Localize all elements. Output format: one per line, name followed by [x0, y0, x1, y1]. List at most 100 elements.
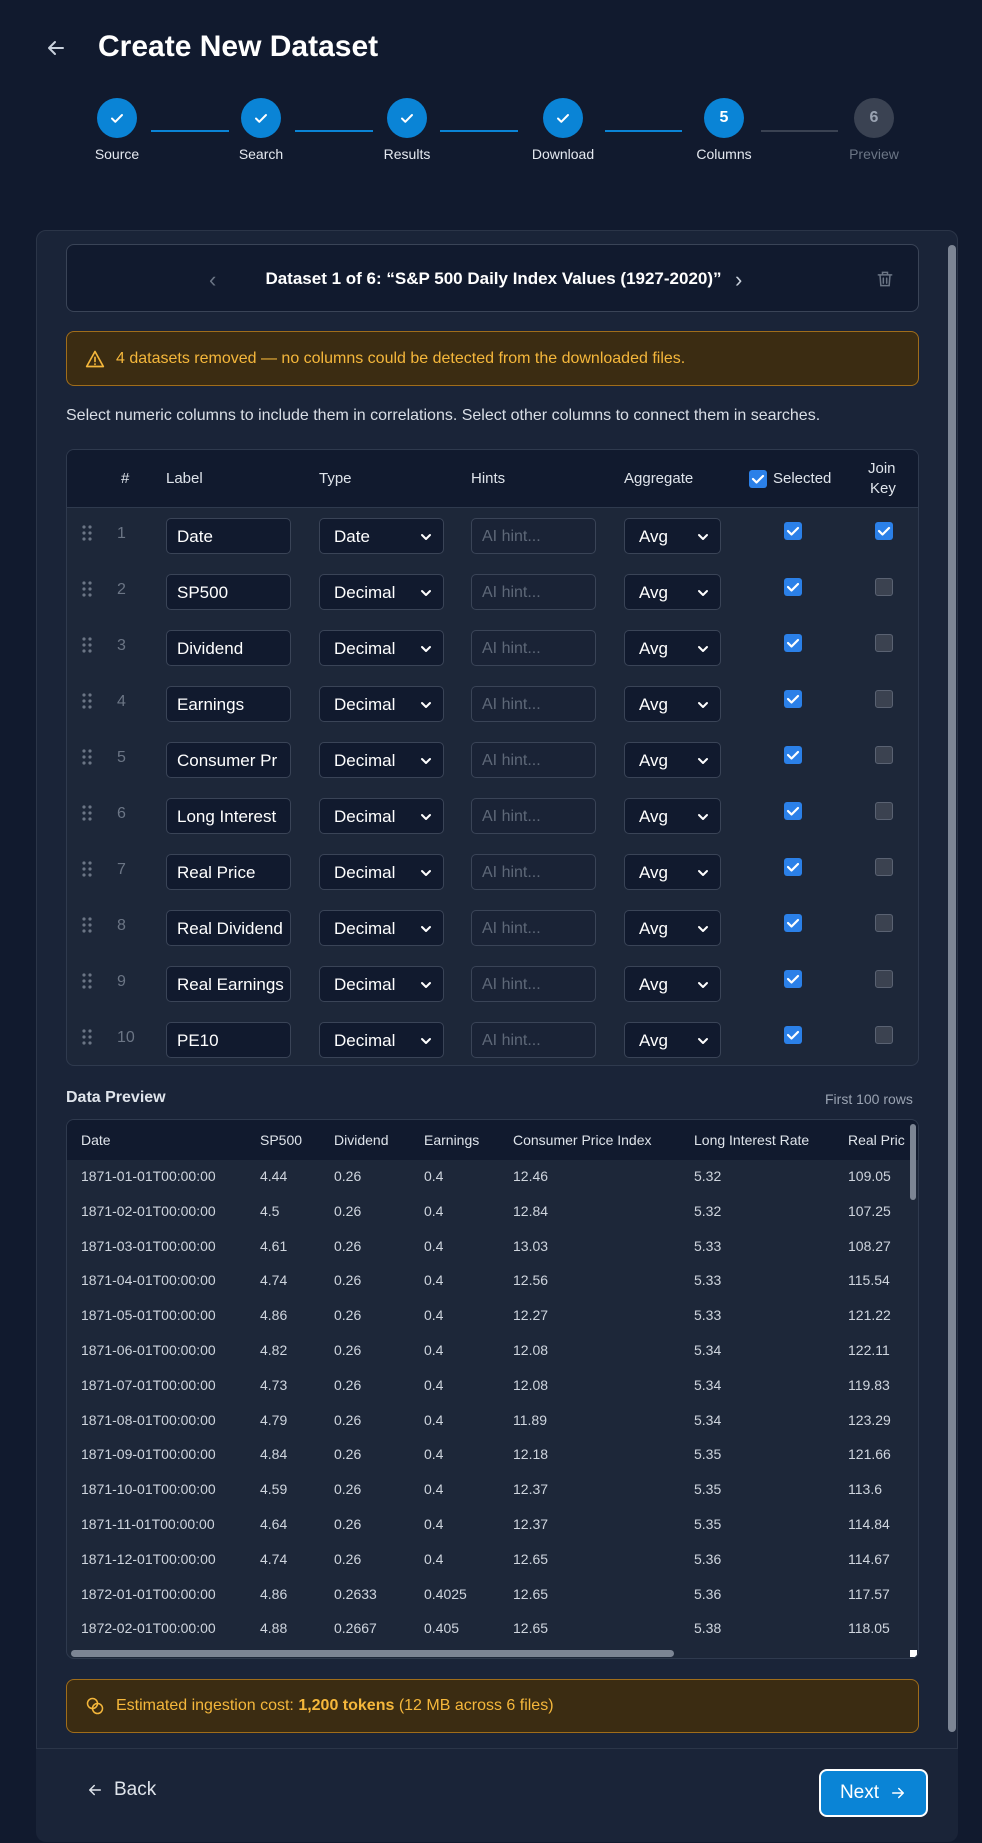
column-label-input[interactable]: Real Earnings	[166, 966, 291, 1002]
drag-handle-icon[interactable]	[81, 860, 93, 878]
type-select[interactable]: Decimal	[319, 630, 444, 666]
step-search[interactable]: Search	[201, 98, 321, 162]
drag-handle-icon[interactable]	[81, 692, 93, 710]
selected-checkbox[interactable]	[784, 914, 802, 932]
type-select[interactable]: Decimal	[319, 854, 444, 890]
preview-cell: 0.4	[424, 1516, 444, 1532]
ai-hint-input[interactable]: AI hint...	[471, 910, 596, 946]
column-label-input[interactable]: Consumer Pr	[166, 742, 291, 778]
column-label-input[interactable]: Real Price	[166, 854, 291, 890]
ai-hint-input[interactable]: AI hint...	[471, 854, 596, 890]
drag-handle-icon[interactable]	[81, 748, 93, 766]
drag-handle-icon[interactable]	[81, 580, 93, 598]
drag-handle-icon[interactable]	[81, 916, 93, 934]
selected-checkbox[interactable]	[784, 522, 802, 540]
join-key-checkbox[interactable]	[875, 970, 893, 988]
ai-hint-input[interactable]: AI hint...	[471, 742, 596, 778]
aggregate-select[interactable]: Avg	[624, 574, 721, 610]
selected-checkbox[interactable]	[784, 690, 802, 708]
drag-handle-icon[interactable]	[81, 972, 93, 990]
join-key-checkbox[interactable]	[875, 522, 893, 540]
ai-hint-input[interactable]: AI hint...	[471, 686, 596, 722]
column-label-input[interactable]: Earnings	[166, 686, 291, 722]
preview-cell: 119.83	[848, 1376, 890, 1393]
column-label-input[interactable]: Real Dividend	[166, 910, 291, 946]
drag-handle-icon[interactable]	[81, 1028, 93, 1046]
type-select[interactable]: Decimal	[319, 966, 444, 1002]
back-button[interactable]: Back	[86, 1779, 156, 1801]
join-key-checkbox[interactable]	[875, 746, 893, 764]
step-results[interactable]: Results	[347, 98, 467, 162]
preview-vertical-scrollbar[interactable]	[910, 1124, 916, 1200]
type-select[interactable]: Decimal	[319, 1022, 444, 1058]
column-label-input[interactable]: SP500	[166, 574, 291, 610]
data-preview-table[interactable]: Date SP500 Dividend Earnings Consumer Price …	[66, 1119, 919, 1659]
scroll-corner	[910, 1650, 917, 1657]
selected-checkbox[interactable]	[784, 746, 802, 764]
chevron-down-icon	[698, 590, 708, 596]
preview-cell: 5.36	[694, 1550, 722, 1567]
header-type: Type	[319, 470, 352, 487]
chevron-right-icon[interactable]: ›	[735, 267, 742, 293]
join-key-checkbox[interactable]	[875, 802, 893, 820]
step-download[interactable]: Download	[503, 98, 623, 162]
selected-checkbox[interactable]	[784, 634, 802, 652]
join-key-checkbox[interactable]	[875, 578, 893, 596]
aggregate-select[interactable]: Avg	[624, 1022, 721, 1058]
drag-handle-icon[interactable]	[81, 524, 93, 542]
ai-hint-input[interactable]: AI hint...	[471, 518, 596, 554]
preview-cell: 5.33	[694, 1237, 722, 1254]
join-key-checkbox[interactable]	[875, 690, 893, 708]
type-select[interactable]: Decimal	[319, 910, 444, 946]
column-label-input[interactable]: Long Interest	[166, 798, 291, 834]
preview-cell: 5.32	[694, 1168, 722, 1184]
ai-hint-input[interactable]: AI hint...	[471, 966, 596, 1002]
selected-checkbox[interactable]	[784, 802, 802, 820]
column-label-input[interactable]: Date	[166, 518, 291, 554]
ai-hint-input[interactable]: AI hint...	[471, 1022, 596, 1058]
type-select[interactable]: Decimal	[319, 742, 444, 778]
aggregate-select[interactable]: Avg	[624, 798, 721, 834]
ai-hint-input[interactable]: AI hint...	[471, 574, 596, 610]
join-key-checkbox[interactable]	[875, 858, 893, 876]
aggregate-select[interactable]: Avg	[624, 854, 721, 890]
selected-checkbox[interactable]	[784, 970, 802, 988]
arrow-left-icon[interactable]	[44, 36, 68, 60]
header-num: #	[121, 470, 130, 487]
trash-icon[interactable]	[875, 269, 895, 289]
column-label-input[interactable]: PE10	[166, 1022, 291, 1058]
ai-hint-input[interactable]: AI hint...	[471, 798, 596, 834]
ai-hint-input[interactable]: AI hint...	[471, 630, 596, 666]
join-key-checkbox[interactable]	[875, 1026, 893, 1044]
join-key-checkbox[interactable]	[875, 634, 893, 652]
row-number: 8	[117, 917, 126, 934]
next-button[interactable]: Next	[819, 1769, 928, 1817]
aggregate-select[interactable]: Avg	[624, 686, 721, 722]
preview-horizontal-scrollbar[interactable]	[71, 1650, 674, 1657]
step-source[interactable]: Source	[57, 98, 177, 162]
chevron-down-icon	[698, 982, 708, 988]
type-select[interactable]: Decimal	[319, 574, 444, 610]
select-all-checkbox[interactable]	[749, 470, 767, 488]
aggregate-select[interactable]: Avg	[624, 630, 721, 666]
type-select[interactable]: Decimal	[319, 686, 444, 722]
join-key-checkbox[interactable]	[875, 914, 893, 932]
column-label-input[interactable]: Dividend	[166, 630, 291, 666]
selected-checkbox[interactable]	[784, 1026, 802, 1044]
preview-cell: 0.26	[334, 1376, 362, 1393]
aggregate-select[interactable]: Avg	[624, 966, 721, 1002]
selected-checkbox[interactable]	[784, 858, 802, 876]
type-select[interactable]: Date	[319, 518, 444, 554]
aggregate-select[interactable]: Avg	[624, 518, 721, 554]
drag-handle-icon[interactable]	[81, 804, 93, 822]
preview-cell: 0.26	[334, 1168, 362, 1184]
preview-cell: 0.26	[334, 1550, 362, 1567]
aggregate-select[interactable]: Avg	[624, 742, 721, 778]
chevron-down-icon	[698, 870, 708, 876]
selected-checkbox[interactable]	[784, 578, 802, 596]
preview-cell: 5.35	[694, 1481, 722, 1498]
aggregate-select[interactable]: Avg	[624, 910, 721, 946]
panel-scrollbar[interactable]	[948, 245, 956, 1732]
type-select[interactable]: Decimal	[319, 798, 444, 834]
drag-handle-icon[interactable]	[81, 636, 93, 654]
